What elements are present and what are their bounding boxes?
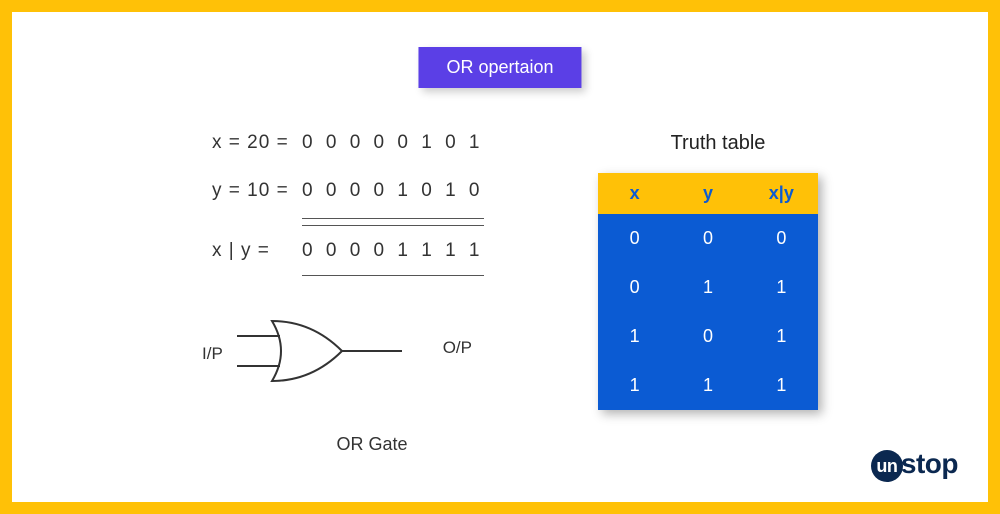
or-gate-diagram: I/P O/P: [212, 306, 492, 416]
diagram-frame: OR opertaion x = 20 = 0 0 0 0 0 1 0 1 y …: [0, 0, 1000, 514]
truth-cell: 0: [671, 312, 744, 361]
truth-cell: 0: [745, 214, 818, 263]
y-bits: 0 0 0 0 1 0 1 0: [302, 170, 484, 219]
truth-cell: 0: [598, 263, 671, 312]
truth-header-row: x y x|y: [598, 173, 818, 214]
result-bits: 0 0 0 0 1 1 1 1: [302, 240, 484, 261]
gate-input-label: I/P: [202, 344, 223, 364]
truth-header-xy: x|y: [745, 173, 818, 214]
equations-block: x = 20 = 0 0 0 0 0 1 0 1 y = 10 = 0 0 0 …: [212, 122, 552, 276]
truth-cell: 1: [745, 312, 818, 361]
truth-table: x y x|y 0 0 0 0 1 1: [598, 173, 818, 410]
brand-logo: un stop: [871, 448, 958, 482]
right-column: Truth table x y x|y 0 0 0 0: [598, 132, 838, 455]
truth-cell: 1: [745, 263, 818, 312]
x-bits: 0 0 0 0 0 1 0 1: [302, 122, 484, 164]
truth-table-title: Truth table: [598, 132, 838, 155]
table-row: 1 1 1: [598, 361, 818, 410]
truth-cell: 1: [745, 361, 818, 410]
logo-first: un: [876, 456, 897, 477]
truth-cell: 1: [671, 263, 744, 312]
table-row: 0 0 0: [598, 214, 818, 263]
y-label: y = 10 =: [212, 170, 302, 212]
truth-header-y: y: [671, 173, 744, 214]
result-label: x | y =: [212, 230, 302, 272]
table-row: 0 1 1: [598, 263, 818, 312]
result-bits-wrap: 0 0 0 0 1 1 1 1: [302, 225, 484, 277]
equation-result: x | y = 0 0 0 0 1 1 1 1: [212, 225, 552, 277]
truth-cell: 0: [671, 214, 744, 263]
x-label: x = 20 =: [212, 122, 302, 164]
gate-caption: OR Gate: [192, 434, 552, 455]
title-text: OR opertaion: [446, 57, 553, 77]
title-badge: OR opertaion: [418, 47, 581, 88]
truth-cell: 1: [598, 312, 671, 361]
equation-x: x = 20 = 0 0 0 0 0 1 0 1: [212, 122, 552, 164]
logo-circle-icon: un: [871, 450, 903, 482]
truth-cell: 1: [598, 361, 671, 410]
left-column: x = 20 = 0 0 0 0 0 1 0 1 y = 10 = 0 0 0 …: [212, 122, 552, 455]
logo-rest: stop: [901, 448, 958, 479]
content-area: x = 20 = 0 0 0 0 0 1 0 1 y = 10 = 0 0 0 …: [212, 122, 838, 455]
equation-y: y = 10 = 0 0 0 0 1 0 1 0: [212, 170, 552, 219]
truth-header-x: x: [598, 173, 671, 214]
table-row: 1 0 1: [598, 312, 818, 361]
truth-cell: 0: [598, 214, 671, 263]
truth-cell: 1: [671, 361, 744, 410]
gate-output-label: O/P: [443, 338, 472, 358]
